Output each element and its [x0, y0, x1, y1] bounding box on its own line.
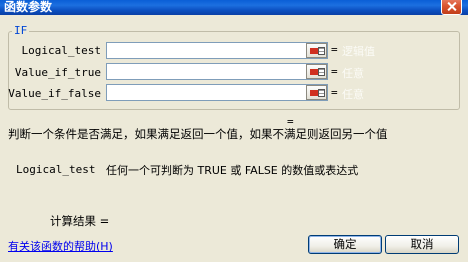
collapse-dialog-icon[interactable]	[306, 43, 327, 58]
arg-label-value-if-false: Value_if_false	[8, 87, 101, 100]
arg-hint-value-if-true: 任意	[342, 67, 364, 80]
value-if-true-input[interactable]	[106, 63, 328, 80]
title-bar: 函数参数	[0, 0, 468, 15]
ok-button[interactable]: 确定	[308, 235, 382, 254]
arg-equals: =	[331, 43, 338, 56]
function-description: 判断一个条件是否满足，如果满足返回一个值，如果不满足则返回另一个值	[8, 127, 388, 141]
logical-test-input[interactable]	[106, 42, 328, 59]
function-help-link[interactable]: 有关该函数的帮助(H)	[8, 238, 113, 254]
arg-equals: =	[331, 65, 338, 78]
calc-result-label: 计算结果 =	[50, 214, 110, 228]
arg-help-name: Logical_test	[16, 163, 96, 176]
window-title: 函数参数	[4, 0, 53, 14]
cancel-button[interactable]: 取消	[385, 235, 459, 254]
value-if-false-input[interactable]	[106, 84, 328, 101]
arg-hint-value-if-false: 任意	[342, 88, 364, 101]
close-icon[interactable]	[441, 0, 462, 15]
function-name-label: IF	[12, 24, 30, 37]
arg-label-value-if-true: Value_if_true	[14, 66, 101, 79]
arg-label-logical-test: Logical_test	[21, 44, 101, 57]
arg-equals: =	[331, 86, 338, 99]
collapse-dialog-icon[interactable]	[306, 85, 327, 100]
collapse-dialog-icon[interactable]	[306, 64, 327, 79]
arg-help-text: 任何一个可判断为 TRUE 或 FALSE 的数值或表达式	[106, 164, 359, 177]
arg-hint-logical-test: 逻辑值	[342, 45, 375, 58]
